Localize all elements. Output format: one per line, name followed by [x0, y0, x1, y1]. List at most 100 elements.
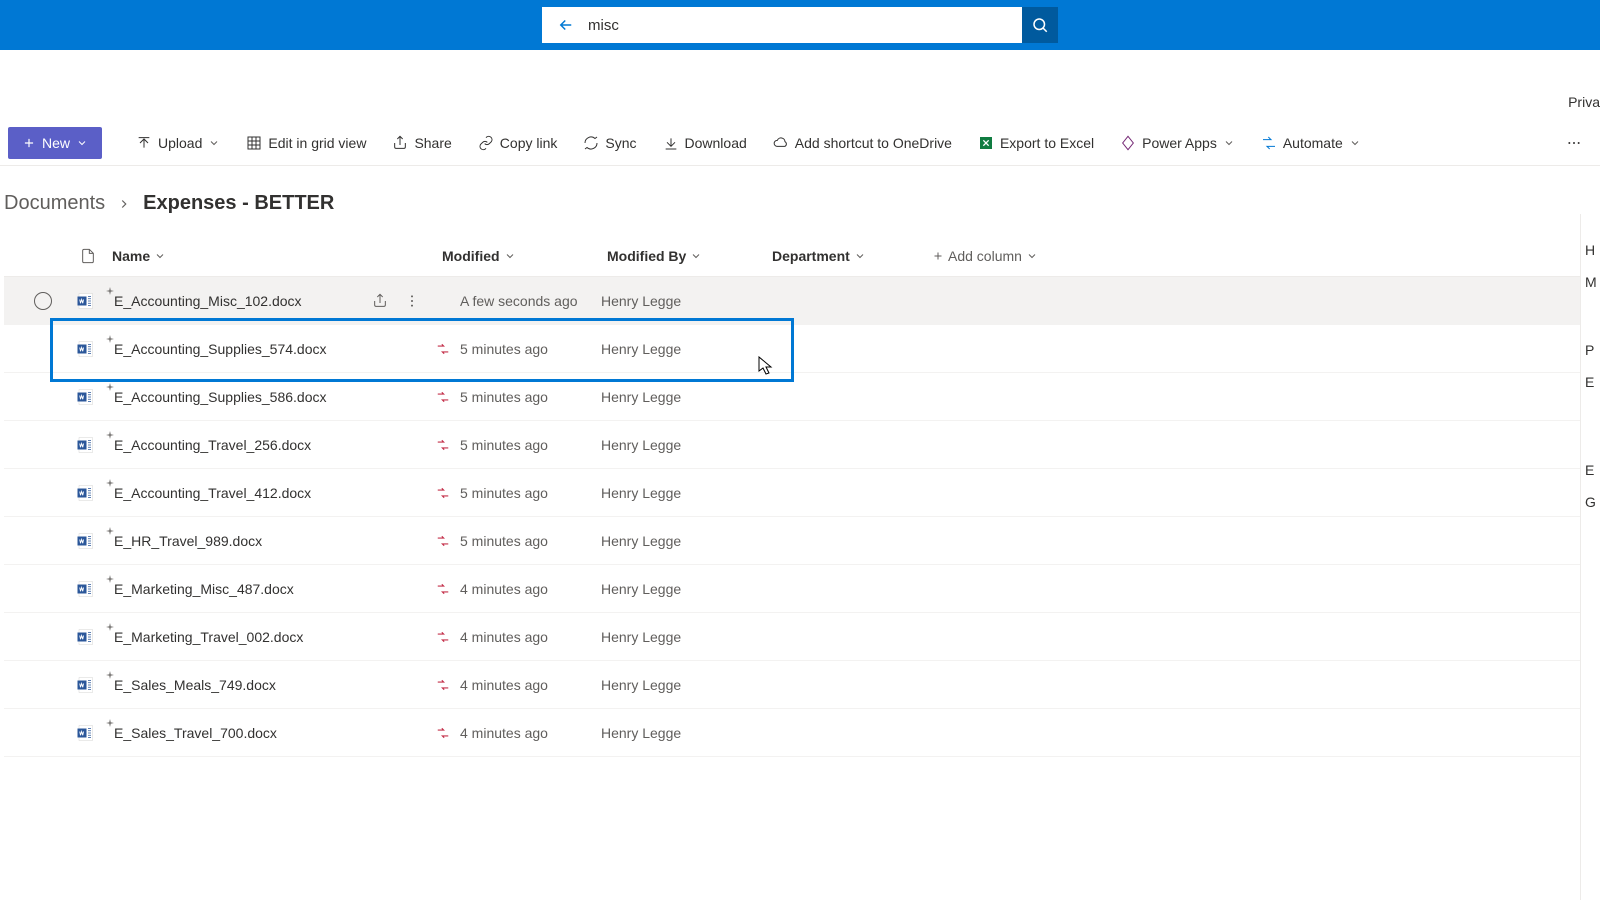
modified-by-value: Henry Legge: [601, 437, 766, 453]
table-row[interactable]: E_Marketing_Travel_002.docx 4 minutes ag…: [4, 613, 1600, 661]
command-bar: New Upload Edit in grid view Share Copy …: [0, 120, 1600, 166]
upload-icon: [136, 135, 152, 151]
download-button[interactable]: Download: [653, 127, 757, 159]
sync-icon: [583, 135, 599, 151]
table-row[interactable]: E_Accounting_Travel_256.docx 5 minutes a…: [4, 421, 1600, 469]
word-file-icon: [64, 724, 106, 742]
modified-value: 4 minutes ago: [460, 725, 548, 741]
chevron-down-icon: [690, 250, 702, 262]
copy-link-label: Copy link: [500, 135, 558, 151]
add-shortcut-label: Add shortcut to OneDrive: [795, 135, 952, 151]
flow-icon: [436, 630, 450, 644]
modified-by-value: Henry Legge: [601, 485, 766, 501]
power-apps-label: Power Apps: [1142, 135, 1217, 151]
new-sparkle-icon: [106, 335, 114, 343]
column-header-name[interactable]: Name: [112, 248, 442, 264]
file-name[interactable]: E_Marketing_Misc_487.docx: [114, 581, 294, 597]
table-row[interactable]: E_Accounting_Misc_102.docx A few seconds…: [4, 277, 1600, 325]
file-name[interactable]: E_Accounting_Travel_256.docx: [114, 437, 311, 453]
file-name[interactable]: E_Accounting_Supplies_586.docx: [114, 389, 327, 405]
search-box[interactable]: [542, 7, 1022, 43]
excel-icon: [978, 135, 994, 151]
panel-letter: E: [1585, 462, 1596, 478]
table-row[interactable]: E_Accounting_Supplies_586.docx 5 minutes…: [4, 373, 1600, 421]
add-column-button[interactable]: Add column: [932, 248, 1112, 264]
more-commands-button[interactable]: [1556, 127, 1592, 159]
file-name[interactable]: E_Accounting_Supplies_574.docx: [114, 341, 327, 357]
table-row[interactable]: E_Marketing_Misc_487.docx 4 minutes ago …: [4, 565, 1600, 613]
modified-by-value: Henry Legge: [601, 629, 766, 645]
flow-icon: [436, 390, 450, 404]
search-button[interactable]: [1022, 7, 1058, 43]
file-name[interactable]: E_Accounting_Misc_102.docx: [114, 293, 302, 309]
chevron-down-icon: [208, 137, 220, 149]
word-file-icon: [64, 628, 106, 646]
document-list: Name Modified Modified By Department Add…: [0, 235, 1600, 757]
file-name[interactable]: E_Accounting_Travel_412.docx: [114, 485, 311, 501]
new-button[interactable]: New: [8, 127, 102, 159]
details-pane: H M P E E G: [1580, 214, 1600, 900]
power-apps-button[interactable]: Power Apps: [1110, 127, 1245, 159]
flow-icon: [436, 342, 450, 356]
more-icon: [1566, 135, 1582, 151]
row-more-icon[interactable]: [404, 293, 420, 309]
modified-by-value: Henry Legge: [601, 677, 766, 693]
new-sparkle-icon: [106, 527, 114, 535]
chevron-down-icon: [854, 250, 866, 262]
automate-label: Automate: [1283, 135, 1343, 151]
export-excel-button[interactable]: Export to Excel: [968, 127, 1104, 159]
modified-value: 4 minutes ago: [460, 629, 548, 645]
table-row[interactable]: E_Sales_Travel_700.docx 4 minutes ago He…: [4, 709, 1600, 757]
share-button[interactable]: Share: [382, 127, 461, 159]
file-name[interactable]: E_HR_Travel_989.docx: [114, 533, 262, 549]
chevron-down-icon: [76, 137, 88, 149]
add-shortcut-button[interactable]: Add shortcut to OneDrive: [763, 127, 962, 159]
column-name-label: Name: [112, 248, 150, 264]
column-header-modified-by[interactable]: Modified By: [607, 248, 772, 264]
table-row[interactable]: E_Accounting_Supplies_574.docx 5 minutes…: [4, 325, 1600, 373]
modified-by-value: Henry Legge: [601, 389, 766, 405]
new-sparkle-icon: [106, 623, 114, 631]
table-row[interactable]: E_Sales_Meals_749.docx 4 minutes ago Hen…: [4, 661, 1600, 709]
add-column-label: Add column: [948, 248, 1022, 264]
table-row[interactable]: E_HR_Travel_989.docx 5 minutes ago Henry…: [4, 517, 1600, 565]
column-header-modified[interactable]: Modified: [442, 248, 607, 264]
file-name[interactable]: E_Sales_Travel_700.docx: [114, 725, 277, 741]
plus-icon: [932, 250, 944, 262]
column-modifiedby-label: Modified By: [607, 248, 686, 264]
row-share-icon[interactable]: [372, 293, 388, 309]
word-file-icon: [64, 340, 106, 358]
modified-value: 5 minutes ago: [460, 533, 548, 549]
download-label: Download: [685, 135, 747, 151]
sync-button[interactable]: Sync: [573, 127, 646, 159]
word-file-icon: [64, 436, 106, 454]
row-selector[interactable]: [22, 292, 64, 310]
automate-button[interactable]: Automate: [1251, 127, 1371, 159]
search-back-icon[interactable]: [554, 16, 578, 34]
flow-icon: [436, 678, 450, 692]
new-sparkle-icon: [106, 287, 114, 295]
new-sparkle-icon: [106, 383, 114, 391]
column-header-department[interactable]: Department: [772, 248, 932, 264]
panel-letter: M: [1585, 274, 1596, 290]
edit-grid-button[interactable]: Edit in grid view: [236, 127, 376, 159]
modified-by-value: Henry Legge: [601, 581, 766, 597]
search-input[interactable]: [588, 17, 1010, 34]
chevron-down-icon: [1026, 250, 1038, 262]
file-name[interactable]: E_Marketing_Travel_002.docx: [114, 629, 303, 645]
breadcrumb-parent[interactable]: Documents: [4, 192, 105, 215]
column-department-label: Department: [772, 248, 850, 264]
table-row[interactable]: E_Accounting_Travel_412.docx 5 minutes a…: [4, 469, 1600, 517]
file-name[interactable]: E_Sales_Meals_749.docx: [114, 677, 276, 693]
copy-link-button[interactable]: Copy link: [468, 127, 568, 159]
header-bar: [0, 0, 1600, 50]
breadcrumb-current: Expenses - BETTER: [143, 192, 334, 215]
flow-icon: [436, 486, 450, 500]
modified-value: A few seconds ago: [460, 293, 578, 309]
word-file-icon: [64, 292, 106, 310]
modified-value: 5 minutes ago: [460, 437, 548, 453]
modified-value: 4 minutes ago: [460, 581, 548, 597]
modified-value: 5 minutes ago: [460, 485, 548, 501]
download-icon: [663, 135, 679, 151]
upload-button[interactable]: Upload: [126, 127, 230, 159]
